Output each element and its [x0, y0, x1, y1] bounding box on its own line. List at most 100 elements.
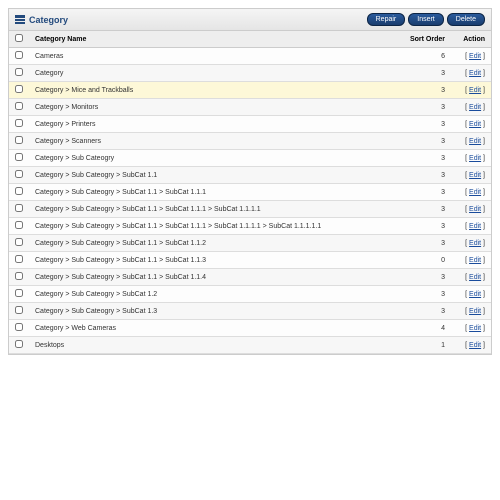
cell-action: [ Edit ] — [451, 167, 491, 184]
cell-action: [ Edit ] — [451, 252, 491, 269]
row-checkbox[interactable] — [15, 238, 23, 246]
row-checkbox[interactable] — [15, 255, 23, 263]
row-checkbox[interactable] — [15, 221, 23, 229]
cell-name: Category > Sub Cateogry > SubCat 1.1 > S… — [29, 252, 401, 269]
row-checkbox[interactable] — [15, 340, 23, 348]
row-checkbox[interactable] — [15, 153, 23, 161]
cell-action: [ Edit ] — [451, 320, 491, 337]
row-checkbox[interactable] — [15, 204, 23, 212]
edit-link[interactable]: Edit — [469, 189, 481, 196]
row-checkbox[interactable] — [15, 306, 23, 314]
cell-sort: 4 — [401, 320, 451, 337]
row-checkbox[interactable] — [15, 68, 23, 76]
edit-link[interactable]: Edit — [469, 53, 481, 60]
cell-checkbox — [9, 201, 29, 218]
cell-action: [ Edit ] — [451, 303, 491, 320]
edit-link[interactable]: Edit — [469, 240, 481, 247]
cell-name: Category > Scanners — [29, 133, 401, 150]
row-checkbox[interactable] — [15, 51, 23, 59]
repair-button[interactable]: Repair — [367, 13, 406, 26]
edit-link[interactable]: Edit — [469, 87, 481, 94]
cell-sort: 3 — [401, 116, 451, 133]
cell-sort: 3 — [401, 150, 451, 167]
col-sort[interactable]: Sort Order — [401, 31, 451, 48]
table-row: Category > Mice and Trackballs3[ Edit ] — [9, 82, 491, 99]
cell-action: [ Edit ] — [451, 201, 491, 218]
cell-name: Category > Web Cameras — [29, 320, 401, 337]
cell-name: Category > Sub Cateogry > SubCat 1.1 > S… — [29, 184, 401, 201]
cell-checkbox — [9, 218, 29, 235]
cell-action: [ Edit ] — [451, 82, 491, 99]
cell-name: Category > Sub Cateogry > SubCat 1.1 > S… — [29, 218, 401, 235]
row-checkbox[interactable] — [15, 136, 23, 144]
col-name[interactable]: Category Name — [29, 31, 401, 48]
row-checkbox[interactable] — [15, 85, 23, 93]
table-row: Category > Monitors3[ Edit ] — [9, 99, 491, 116]
cell-name: Category > Sub Cateogry > SubCat 1.3 — [29, 303, 401, 320]
edit-link[interactable]: Edit — [469, 155, 481, 162]
row-checkbox[interactable] — [15, 187, 23, 195]
edit-link[interactable]: Edit — [469, 172, 481, 179]
row-checkbox[interactable] — [15, 119, 23, 127]
cell-action: [ Edit ] — [451, 218, 491, 235]
cell-action: [ Edit ] — [451, 269, 491, 286]
cell-action: [ Edit ] — [451, 286, 491, 303]
cell-name: Category > Sub Cateogry — [29, 150, 401, 167]
cell-sort: 6 — [401, 48, 451, 65]
cell-name: Category > Printers — [29, 116, 401, 133]
edit-link[interactable]: Edit — [469, 138, 481, 145]
category-table: Category Name Sort Order Action Cameras6… — [9, 31, 491, 354]
row-checkbox[interactable] — [15, 102, 23, 110]
table-row: Category > Sub Cateogry > SubCat 1.1 > S… — [9, 218, 491, 235]
edit-link[interactable]: Edit — [469, 291, 481, 298]
cell-name: Category > Monitors — [29, 99, 401, 116]
edit-link[interactable]: Edit — [469, 104, 481, 111]
select-all-checkbox[interactable] — [15, 34, 23, 42]
cell-name: Category > Sub Cateogry > SubCat 1.1 > S… — [29, 235, 401, 252]
cell-action: [ Edit ] — [451, 337, 491, 354]
cell-checkbox — [9, 116, 29, 133]
cell-name: Desktops — [29, 337, 401, 354]
table-row: Cameras6[ Edit ] — [9, 48, 491, 65]
table-row: Desktops1[ Edit ] — [9, 337, 491, 354]
cell-checkbox — [9, 99, 29, 116]
cell-name: Category > Sub Cateogry > SubCat 1.1 — [29, 167, 401, 184]
edit-link[interactable]: Edit — [469, 206, 481, 213]
cell-name: Category > Mice and Trackballs — [29, 82, 401, 99]
row-checkbox[interactable] — [15, 323, 23, 331]
cell-checkbox — [9, 184, 29, 201]
list-icon — [15, 15, 25, 25]
edit-link[interactable]: Edit — [469, 325, 481, 332]
cell-sort: 3 — [401, 269, 451, 286]
cell-checkbox — [9, 235, 29, 252]
edit-link[interactable]: Edit — [469, 121, 481, 128]
cell-action: [ Edit ] — [451, 48, 491, 65]
edit-link[interactable]: Edit — [469, 223, 481, 230]
delete-button[interactable]: Delete — [447, 13, 485, 26]
cell-sort: 3 — [401, 167, 451, 184]
cell-sort: 3 — [401, 82, 451, 99]
cell-checkbox — [9, 320, 29, 337]
row-checkbox[interactable] — [15, 170, 23, 178]
insert-button[interactable]: Insert — [408, 13, 444, 26]
cell-name: Category — [29, 65, 401, 82]
edit-link[interactable]: Edit — [469, 257, 481, 264]
cell-sort: 3 — [401, 218, 451, 235]
table-row: Category > Sub Cateogry > SubCat 1.1 > S… — [9, 201, 491, 218]
edit-link[interactable]: Edit — [469, 274, 481, 281]
edit-link[interactable]: Edit — [469, 70, 481, 77]
cell-name: Category > Sub Cateogry > SubCat 1.1 > S… — [29, 269, 401, 286]
panel-title: Category — [29, 15, 68, 25]
edit-link[interactable]: Edit — [469, 308, 481, 315]
cell-sort: 3 — [401, 184, 451, 201]
table-row: Category > Scanners3[ Edit ] — [9, 133, 491, 150]
col-checkbox — [9, 31, 29, 48]
action-buttons: Repair Insert Delete — [367, 13, 485, 26]
cell-action: [ Edit ] — [451, 99, 491, 116]
cell-sort: 3 — [401, 201, 451, 218]
cell-checkbox — [9, 252, 29, 269]
panel-title-wrap: Category — [15, 15, 68, 25]
edit-link[interactable]: Edit — [469, 342, 481, 349]
row-checkbox[interactable] — [15, 289, 23, 297]
row-checkbox[interactable] — [15, 272, 23, 280]
